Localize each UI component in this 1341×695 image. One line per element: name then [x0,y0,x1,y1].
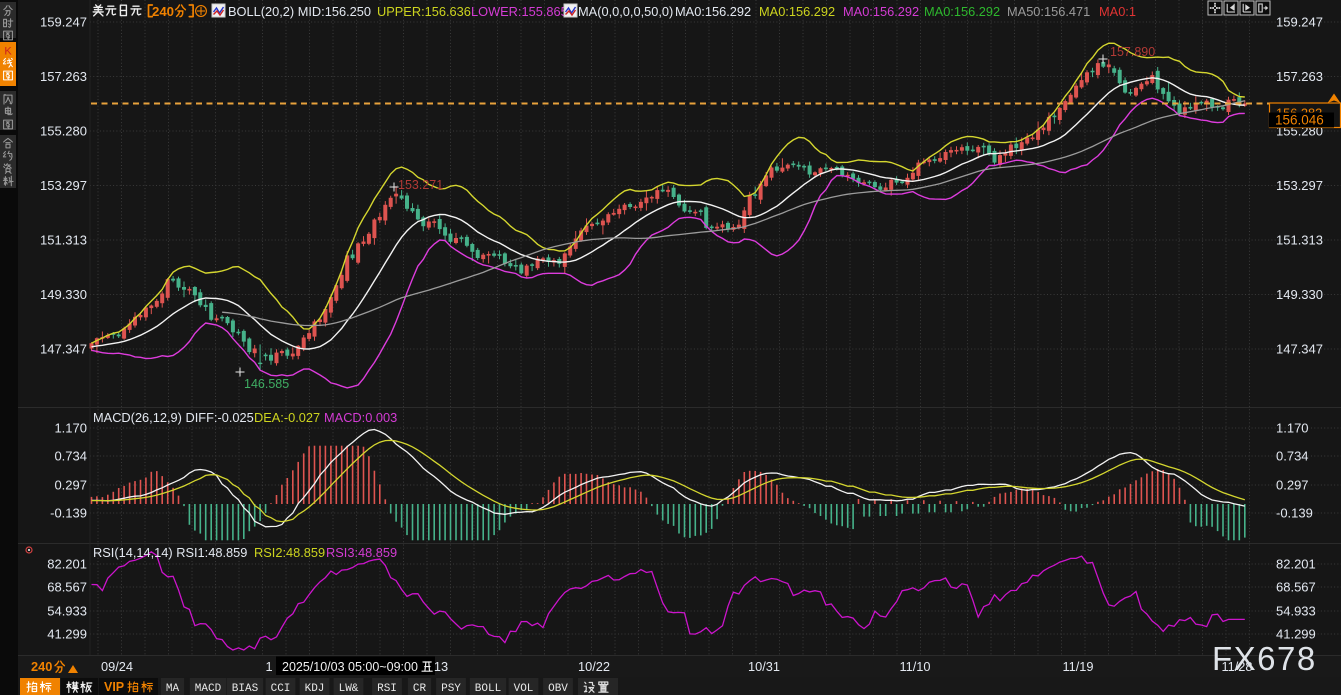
svg-text:BIAS: BIAS [232,683,259,695]
svg-text:BOLL: BOLL [475,683,501,695]
svg-text:68.567: 68.567 [1276,580,1316,595]
svg-text:MACD: MACD [195,683,222,695]
svg-text:MA: MA [166,683,180,695]
svg-text:11/19: 11/19 [1062,659,1093,674]
svg-text:MACD:0.003: MACD:0.003 [324,410,397,425]
svg-text:VOL: VOL [514,683,534,695]
svg-text:MA0:156.292: MA0:156.292 [843,4,919,19]
svg-text:MA50:156.471: MA50:156.471 [1007,4,1090,19]
svg-text:240: 240 [31,659,52,674]
svg-text:MA0:156.292: MA0:156.292 [675,4,751,19]
svg-text:1.170: 1.170 [1276,421,1309,436]
svg-text:153.271: 153.271 [398,178,443,192]
svg-text:146.585: 146.585 [244,377,289,391]
svg-text:RSI2:48.859: RSI2:48.859 [254,545,325,560]
svg-text:155.280: 155.280 [40,124,87,139]
svg-text:149.330: 149.330 [1276,287,1323,302]
svg-text:153.297: 153.297 [40,178,87,193]
svg-text:-0.139: -0.139 [50,506,87,521]
svg-text:151.313: 151.313 [1276,233,1323,248]
svg-text:DEA:-0.027: DEA:-0.027 [254,410,320,425]
svg-text:157.890: 157.890 [1110,45,1155,59]
svg-text:LOWER:155.865: LOWER:155.865 [471,4,568,19]
svg-text:11/10: 11/10 [899,659,930,674]
svg-text:1.170: 1.170 [54,421,87,436]
svg-text:82.201: 82.201 [1276,557,1316,572]
svg-text:13: 13 [434,659,448,674]
svg-text:MA0:156.292: MA0:156.292 [924,4,1000,19]
svg-text:41.299: 41.299 [47,627,87,642]
svg-text:1: 1 [265,659,272,674]
svg-text:147.347: 147.347 [40,342,87,357]
svg-text:240: 240 [152,4,174,19]
svg-text:2025/10/03 05:00~09:00: 2025/10/03 05:00~09:00 [282,660,418,674]
svg-text:10/31: 10/31 [748,659,780,674]
svg-text:156.046: 156.046 [1275,113,1324,128]
svg-text:54.933: 54.933 [47,604,87,619]
svg-text:157.263: 157.263 [1276,69,1323,84]
svg-text:RSI: RSI [377,683,397,695]
svg-text:RSI3:48.859: RSI3:48.859 [326,545,397,560]
svg-text:10/22: 10/22 [578,659,610,674]
svg-text:0.734: 0.734 [1276,449,1309,464]
svg-text:UPPER:156.636: UPPER:156.636 [377,4,471,19]
svg-text:PSY: PSY [441,683,461,695]
svg-text:MA0:156.292: MA0:156.292 [759,4,835,19]
svg-text:82.201: 82.201 [47,557,87,572]
svg-text:FX678: FX678 [1212,640,1317,677]
svg-text:09/24: 09/24 [101,659,133,674]
svg-text:68.567: 68.567 [47,580,87,595]
svg-text:149.330: 149.330 [40,287,87,302]
svg-text:VIP: VIP [104,680,124,694]
svg-text:MA(0,0,0,0,50,0): MA(0,0,0,0,50,0) [578,4,673,19]
svg-text:-0.139: -0.139 [1276,506,1313,521]
svg-text:153.297: 153.297 [1276,178,1323,193]
svg-text:KDJ: KDJ [305,683,325,695]
svg-text:151.313: 151.313 [40,233,87,248]
svg-text:MA0:1: MA0:1 [1099,4,1136,19]
svg-text:159.247: 159.247 [1276,15,1323,30]
svg-text:147.347: 147.347 [1276,342,1323,357]
svg-text:CR: CR [413,683,427,695]
svg-text:157.263: 157.263 [40,69,87,84]
svg-text:CCI: CCI [271,683,291,695]
svg-text:0.734: 0.734 [54,449,87,464]
svg-text:OBV: OBV [548,683,568,695]
svg-text:RSI(14,14,14) RSI1:48.859: RSI(14,14,14) RSI1:48.859 [93,545,247,560]
svg-text:0.297: 0.297 [54,478,87,493]
svg-text:K: K [4,46,12,58]
svg-text:BOLL(20,2) MID:156.250: BOLL(20,2) MID:156.250 [228,4,371,19]
svg-text:LW&: LW& [339,683,359,695]
svg-text:159.247: 159.247 [40,15,87,30]
svg-text:54.933: 54.933 [1276,604,1316,619]
svg-text:MACD(26,12,9) DIFF:-0.025: MACD(26,12,9) DIFF:-0.025 [93,410,254,425]
svg-text:0.297: 0.297 [1276,478,1309,493]
